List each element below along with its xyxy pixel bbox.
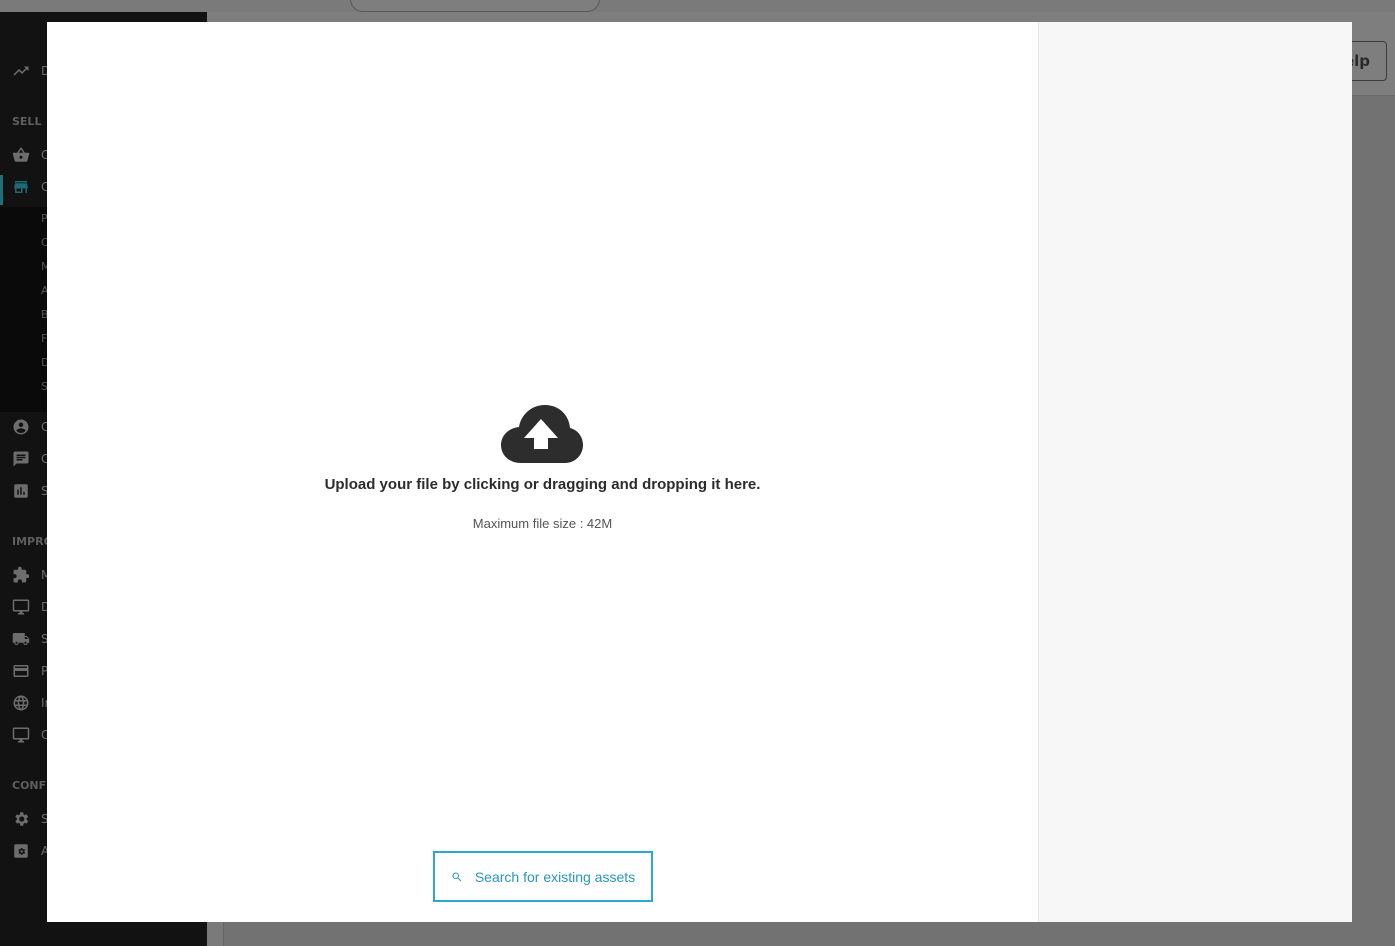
desktop-icon	[12, 598, 30, 616]
background-nav-orders: O	[12, 145, 52, 165]
gear-icon	[12, 810, 30, 828]
modal-side-panel	[1038, 22, 1352, 922]
cloud-upload-icon	[501, 405, 583, 463]
account-circle-icon	[12, 418, 30, 436]
settings-box-icon	[12, 842, 30, 860]
background-nav-service: C	[12, 449, 52, 469]
background-search-bar	[350, 0, 600, 12]
background-nav-advanced: A	[12, 841, 52, 861]
trending-up-icon	[12, 62, 30, 80]
search-existing-assets-label: Search for existing assets	[474, 868, 636, 885]
file-dropzone[interactable]: Upload your file by clicking or dragging…	[47, 22, 1038, 842]
store-icon	[12, 178, 30, 196]
max-file-size-text: Maximum file size : 42M	[472, 516, 613, 531]
background-topbar	[0, 0, 1395, 12]
background-section-improve: IMPRO	[12, 535, 47, 548]
search-existing-assets-button[interactable]: Search for existing assets	[433, 851, 653, 902]
chat-icon	[12, 450, 30, 468]
upload-modal: Upload your file by clicking or dragging…	[47, 22, 1352, 922]
bar-chart-icon	[12, 482, 30, 500]
search-icon	[452, 872, 462, 881]
credit-card-icon	[12, 662, 30, 680]
background-nav-stats: S	[12, 481, 52, 501]
background-active-indicator	[0, 175, 3, 205]
background-section-configure: CONFI	[12, 779, 47, 792]
background-nav-onboarding: O	[12, 725, 52, 745]
basket-icon	[12, 146, 30, 164]
background-nav-settings: S	[12, 809, 52, 829]
background-nav-international: Ir	[12, 693, 52, 713]
background-nav-payment: P	[12, 661, 52, 681]
background-nav-catalog: C	[12, 177, 52, 197]
truck-icon	[12, 630, 30, 648]
background-nav-modules: M	[12, 565, 52, 585]
background-nav-dashboard: D	[12, 61, 52, 81]
puzzle-icon	[12, 566, 30, 584]
background-section-sell: SELL	[12, 115, 42, 128]
background-nav-shipping: S	[12, 629, 52, 649]
upload-instructions: Upload your file by clicking or dragging…	[324, 476, 761, 493]
globe-icon	[12, 694, 30, 712]
background-nav-customers: C	[12, 417, 52, 437]
modal-main-area: Upload your file by clicking or dragging…	[47, 22, 1038, 922]
background-nav-design: D	[12, 597, 52, 617]
desktop-icon	[12, 726, 30, 744]
